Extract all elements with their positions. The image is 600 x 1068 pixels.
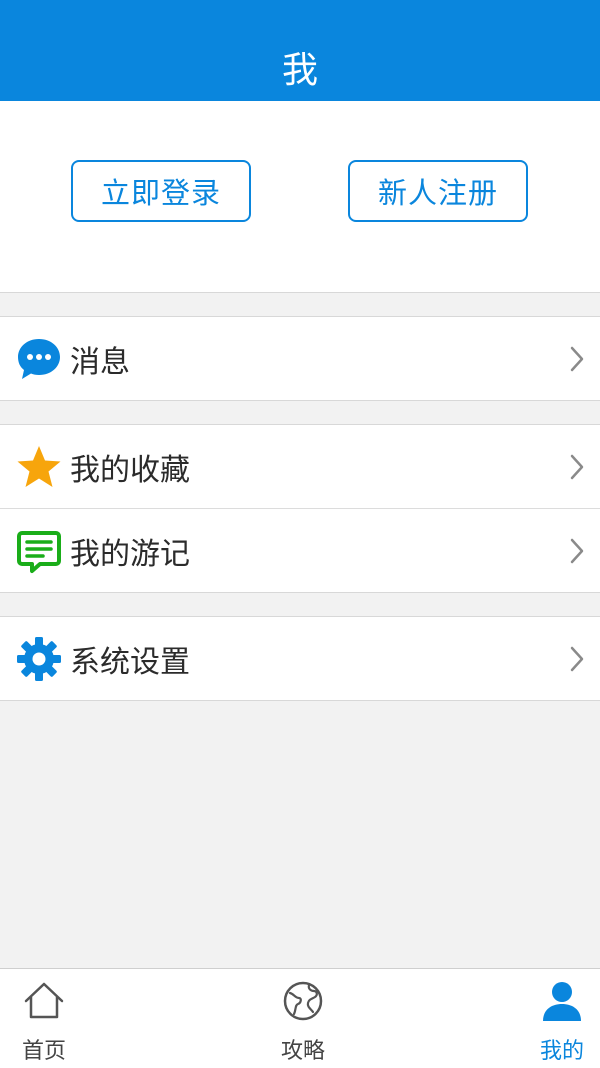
page-title: 我 bbox=[281, 49, 318, 91]
chevron-right-icon bbox=[570, 646, 584, 671]
login-button[interactable]: 立即登录 bbox=[71, 160, 251, 222]
menu-item-label: 我的游记 bbox=[70, 536, 190, 572]
home-icon bbox=[24, 982, 64, 1019]
register-button[interactable]: 新人注册 bbox=[348, 160, 528, 222]
menu-item-label: 消息 bbox=[70, 344, 130, 380]
chevron-right-icon bbox=[570, 538, 584, 563]
menu-item-label: 系统设置 bbox=[70, 644, 190, 680]
auth-panel: 立即登录 新人注册 bbox=[0, 101, 600, 293]
bottom-tab-bar: 首页 攻略 我的 bbox=[0, 968, 600, 1068]
chevron-right-icon bbox=[570, 346, 584, 371]
menu-group-personal: 我的收藏 我的游记 bbox=[0, 424, 600, 593]
tab-label: 我的 bbox=[539, 1039, 584, 1064]
menu-item-travel-notes[interactable]: 我的游记 bbox=[0, 508, 600, 592]
tab-home[interactable]: 首页 bbox=[0, 969, 94, 1068]
menu-item-label: 我的收藏 bbox=[70, 452, 190, 488]
star-icon bbox=[16, 444, 62, 490]
menu-item-messages[interactable]: 消息 bbox=[0, 317, 600, 400]
top-app-bar: 我 bbox=[0, 0, 600, 101]
gear-icon bbox=[16, 636, 62, 682]
globe-icon bbox=[283, 981, 323, 1021]
menu-item-settings[interactable]: 系统设置 bbox=[0, 617, 600, 700]
tab-label: 首页 bbox=[21, 1039, 66, 1064]
person-icon bbox=[543, 982, 581, 1021]
chevron-right-icon bbox=[570, 454, 584, 479]
tab-guide[interactable]: 攻略 bbox=[253, 969, 353, 1068]
menu-item-favorites[interactable]: 我的收藏 bbox=[0, 425, 600, 508]
menu-group-messages: 消息 bbox=[0, 316, 600, 401]
tab-label: 攻略 bbox=[280, 1039, 325, 1064]
note-icon bbox=[16, 528, 62, 574]
menu-group-settings: 系统设置 bbox=[0, 616, 600, 701]
tab-mine[interactable]: 我的 bbox=[512, 969, 600, 1068]
message-bubble-icon bbox=[16, 336, 62, 382]
